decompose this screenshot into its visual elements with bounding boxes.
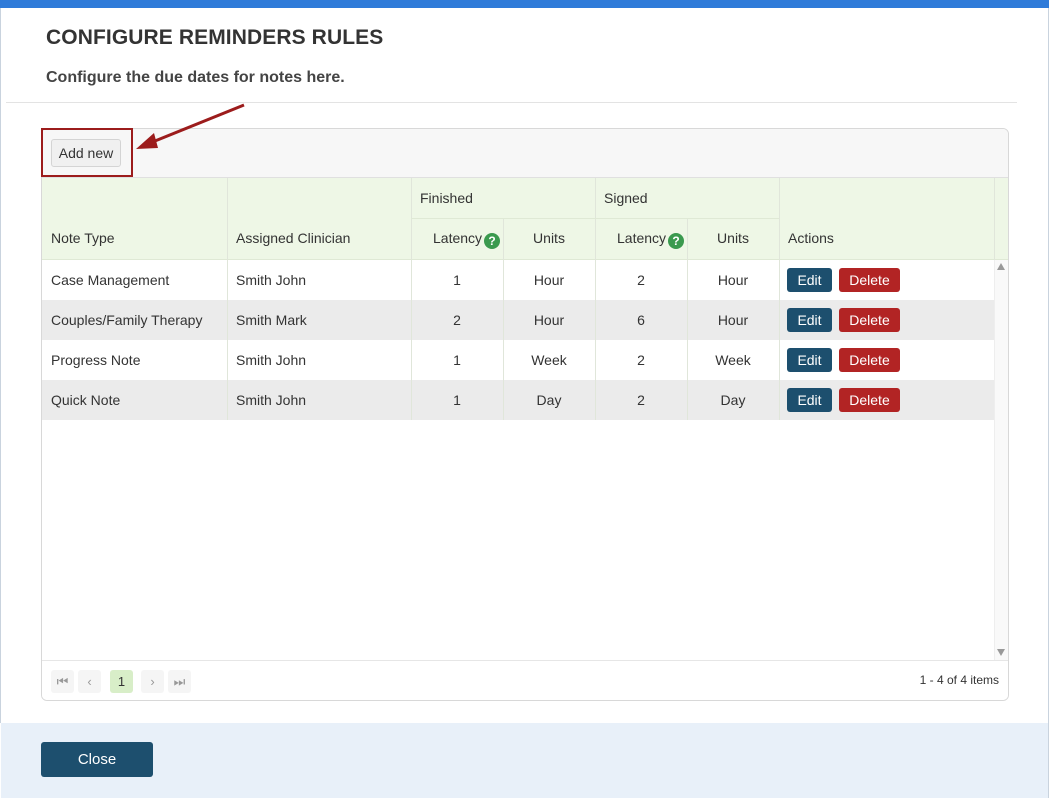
- prev-page-icon[interactable]: ‹: [78, 670, 101, 693]
- finished-units-cell: Hour: [533, 272, 565, 288]
- header-divider: [503, 219, 504, 260]
- column-group-signed: Signed: [604, 190, 648, 206]
- column-header-signed-latency[interactable]: Latency?: [617, 230, 685, 249]
- close-button[interactable]: Close: [41, 742, 153, 777]
- page-title: CONFIGURE REMINDERS RULES: [46, 26, 384, 49]
- column-divider: [779, 260, 780, 420]
- column-divider: [595, 260, 596, 420]
- finished-units-cell: Hour: [533, 312, 565, 328]
- grid-pager: ⏮ ‹ 1 › ⏭ 1 - 4 of 4 items: [42, 660, 1008, 700]
- column-divider: [503, 260, 504, 420]
- next-page-icon[interactable]: ›: [141, 670, 164, 693]
- table-row[interactable]: Case Management Smith John 1 Hour 2 Hour…: [42, 260, 994, 300]
- delete-button[interactable]: Delete: [839, 268, 900, 292]
- edit-button[interactable]: Edit: [787, 348, 832, 372]
- column-divider: [687, 260, 688, 420]
- clinician-cell: Smith Mark: [236, 312, 307, 328]
- clinician-cell: Smith John: [236, 352, 307, 368]
- latency-label: Latency: [617, 230, 667, 246]
- dialog-left-border: [0, 8, 1, 723]
- note-type-cell: Couples/Family Therapy: [51, 312, 203, 328]
- delete-button[interactable]: Delete: [839, 388, 900, 412]
- current-page-button[interactable]: 1: [110, 670, 133, 693]
- header-divider: [411, 178, 412, 260]
- note-type-cell: Progress Note: [51, 352, 141, 368]
- annotation-arrow-icon: [136, 103, 245, 149]
- signed-latency-cell: 6: [637, 312, 645, 328]
- header-divider: [227, 178, 228, 260]
- grid-header: Note Type Assigned Clinician Finished Si…: [42, 178, 1008, 260]
- clinician-cell: Smith John: [236, 272, 307, 288]
- header-divider: [595, 178, 596, 260]
- header-divider: [411, 218, 779, 219]
- finished-units-cell: Day: [536, 392, 562, 408]
- scroll-up-arrow-icon[interactable]: [997, 263, 1005, 270]
- column-divider: [411, 260, 412, 420]
- pager-info: 1 - 4 of 4 items: [919, 673, 999, 687]
- finished-latency-cell: 1: [453, 392, 461, 408]
- grid-body: Case Management Smith John 1 Hour 2 Hour…: [42, 260, 994, 660]
- edit-button[interactable]: Edit: [787, 388, 832, 412]
- signed-units-cell: Hour: [717, 312, 749, 328]
- signed-latency-cell: 2: [637, 352, 645, 368]
- column-header-signed-units[interactable]: Units: [687, 230, 779, 246]
- vertical-scrollbar[interactable]: [994, 260, 1008, 660]
- top-accent-bar: [0, 0, 1049, 8]
- help-icon[interactable]: ?: [668, 233, 685, 249]
- header-divider: [687, 219, 688, 260]
- help-icon[interactable]: ?: [484, 233, 501, 249]
- delete-button[interactable]: Delete: [839, 348, 900, 372]
- signed-latency-cell: 2: [637, 272, 645, 288]
- table-row[interactable]: Quick Note Smith John 1 Day 2 Day Edit D…: [42, 380, 994, 420]
- column-header-finished-units[interactable]: Units: [503, 230, 595, 246]
- page-subtitle: Configure the due dates for notes here.: [46, 69, 345, 86]
- signed-units-cell: Week: [715, 352, 751, 368]
- signed-units-cell: Day: [720, 392, 746, 408]
- edit-button[interactable]: Edit: [787, 268, 832, 292]
- column-header-finished-latency[interactable]: Latency?: [433, 230, 501, 249]
- scroll-down-arrow-icon[interactable]: [997, 649, 1005, 656]
- column-divider: [227, 260, 228, 420]
- finished-latency-cell: 2: [453, 312, 461, 328]
- clinician-cell: Smith John: [236, 392, 307, 408]
- note-type-cell: Case Management: [51, 272, 170, 288]
- delete-button[interactable]: Delete: [839, 308, 900, 332]
- first-page-icon[interactable]: ⏮: [51, 670, 74, 693]
- header-divider: [779, 178, 780, 260]
- column-group-finished: Finished: [420, 190, 473, 206]
- edit-button[interactable]: Edit: [787, 308, 832, 332]
- latency-label: Latency: [433, 230, 483, 246]
- annotation-highlight-box: [41, 128, 133, 177]
- table-row[interactable]: Couples/Family Therapy Smith Mark 2 Hour…: [42, 300, 994, 340]
- finished-units-cell: Week: [531, 352, 567, 368]
- column-header-actions: Actions: [788, 230, 834, 246]
- header-divider: [994, 178, 995, 260]
- signed-units-cell: Hour: [717, 272, 749, 288]
- note-type-cell: Quick Note: [51, 392, 121, 408]
- reminders-grid: Add new Note Type Assigned Clinician Fin…: [41, 128, 1009, 701]
- finished-latency-cell: 1: [453, 272, 461, 288]
- column-header-assigned-clinician[interactable]: Assigned Clinician: [236, 230, 350, 246]
- column-header-note-type[interactable]: Note Type: [51, 230, 115, 246]
- finished-latency-cell: 1: [453, 352, 461, 368]
- last-page-icon[interactable]: ⏭: [168, 670, 191, 693]
- table-row[interactable]: Progress Note Smith John 1 Week 2 Week E…: [42, 340, 994, 380]
- signed-latency-cell: 2: [637, 392, 645, 408]
- dialog-footer: [1, 723, 1048, 798]
